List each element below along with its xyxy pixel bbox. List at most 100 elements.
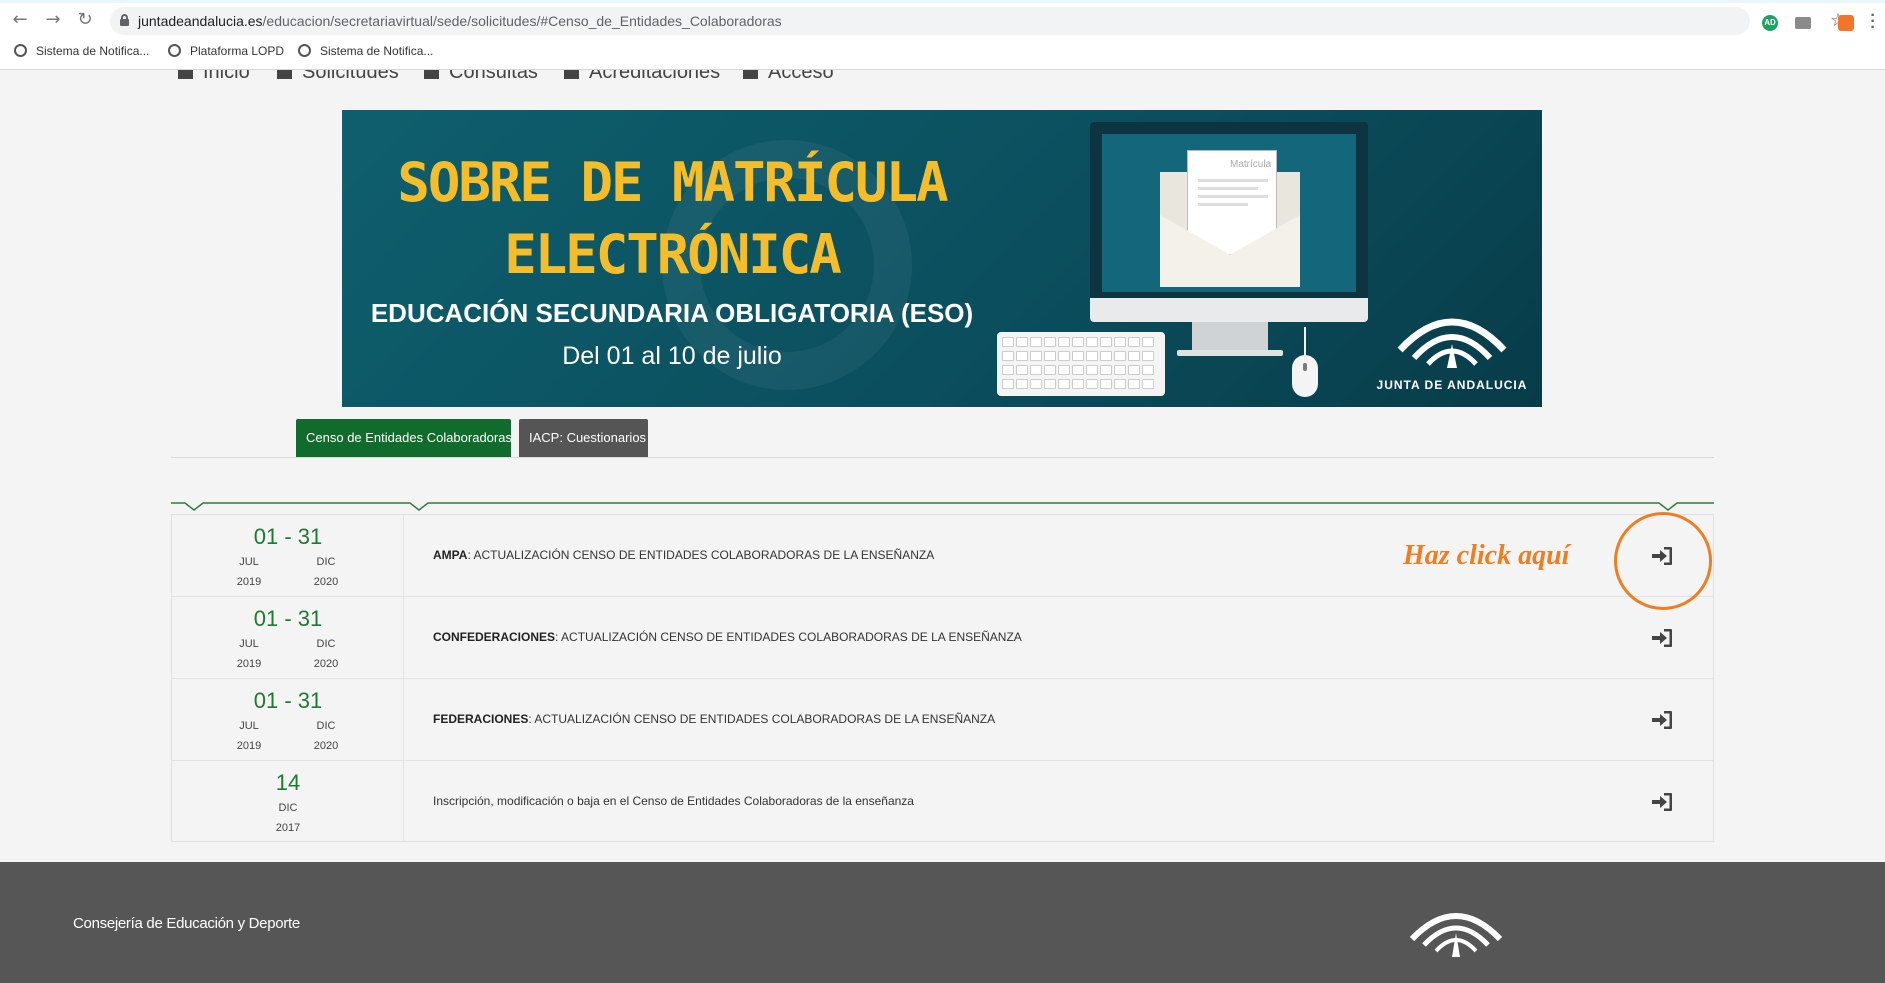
nav-item-consultas[interactable]: Consultas (424, 70, 538, 82)
procedure-title[interactable]: FEDERACIONES: ACTUALIZACIÓN CENSO DE ENT… (433, 712, 995, 726)
pencil-icon (277, 70, 292, 79)
procedure-title[interactable]: Inscripción, modificación o baja en el C… (433, 794, 914, 808)
avast-extension-icon[interactable] (1838, 15, 1854, 31)
procedure-title-rest: : ACTUALIZACIÓN CENSO DE ENTIDADES COLAB… (467, 548, 935, 562)
end-year: 2020 (313, 740, 339, 752)
lock-icon[interactable] (120, 14, 129, 26)
banner-dates: Del 01 al 10 de julio (562, 342, 782, 370)
date-range: 01 - 31 (253, 688, 323, 713)
footer-org: Consejería de Educación y Deporte (73, 915, 300, 932)
home-icon (178, 70, 193, 79)
enter-icon (743, 70, 758, 79)
start-month: JUL (239, 720, 259, 732)
procedure-row-inscripcion[interactable]: 14 DIC 2017 Inscripción, modificación o … (172, 761, 1713, 843)
enter-icon[interactable] (1650, 709, 1674, 731)
footer: Consejería de Educación y Deporte (0, 862, 1885, 983)
site-nav: Inicio Solicitudes Consultas Acreditacio… (0, 70, 1885, 82)
nav-label: Acreditaciones (589, 70, 721, 82)
month: DIC (278, 802, 298, 814)
bookmark-item[interactable]: Sistema de Notifica... (14, 44, 149, 58)
procedure-title-bold: FEDERACIONES (433, 712, 529, 726)
date-range: 01 - 31 (253, 524, 323, 549)
annotation-text: Haz click aquí (1403, 540, 1570, 571)
procedure-row-confederaciones[interactable]: 01 - 31 JUL DIC 2019 2020 CONFEDERACIONE… (172, 597, 1713, 679)
reload-icon[interactable]: ↻ (74, 9, 96, 31)
annotation-circle (1614, 512, 1712, 610)
keyboard-illustration (997, 332, 1165, 396)
bookmark-label: Sistema de Notifica... (320, 44, 434, 58)
start-year: 2019 (236, 658, 262, 670)
menu-dots-icon[interactable]: · · · (1870, 8, 1876, 36)
paper-title: Matrícula (1230, 159, 1272, 170)
date-cell: 01 - 31 JUL DIC 2019 2020 (172, 515, 404, 596)
procedure-title[interactable]: CONFEDERACIONES: ACTUALIZACIÓN CENSO DE … (433, 630, 1022, 644)
nav-label: Acceso (768, 70, 834, 82)
start-month: JUL (239, 556, 259, 568)
tabs-divider (171, 457, 1714, 458)
back-arrow-icon[interactable]: ← (9, 9, 31, 31)
nav-label: Inicio (203, 70, 250, 82)
banner-title-line1: SOBRE DE MATRÍCULA (397, 151, 948, 214)
nav-item-acreditaciones[interactable]: Acreditaciones (564, 70, 720, 82)
bookmark-label: Plataforma LOPD (190, 44, 285, 58)
nav-item-solicitudes[interactable]: Solicitudes (277, 70, 399, 82)
monitor-base (1177, 350, 1283, 356)
year: 2017 (275, 822, 301, 834)
start-year: 2019 (236, 740, 262, 752)
forward-arrow-icon[interactable]: → (42, 9, 64, 31)
procedure-title-bold: AMPA (433, 548, 468, 562)
junta-andalucia-logo-icon (1409, 913, 1503, 957)
camera-extension-icon[interactable] (1795, 17, 1811, 29)
url-path: /educacion/secretariavirtual/sede/solici… (262, 13, 782, 29)
procedure-title[interactable]: AMPA: ACTUALIZACIÓN CENSO DE ENTIDADES C… (433, 548, 934, 562)
url-host: juntadeandalucia.es (138, 13, 263, 29)
date-cell: 01 - 31 JUL DIC 2019 2020 (172, 597, 404, 678)
banner[interactable]: SOBRE DE MATRÍCULA ELECTRÓNICA EDUCACIÓN… (342, 110, 1542, 407)
end-year: 2020 (313, 658, 339, 670)
tab-censo-entidades[interactable]: Censo de Entidades Colaboradoras (296, 419, 512, 457)
url-text[interactable]: juntadeandalucia.es/educacion/secretaria… (138, 13, 782, 29)
end-month: DIC (316, 556, 336, 568)
nav-label: Consultas (449, 70, 538, 82)
tab-iacp-cuestionarios[interactable]: IACP: Cuestionarios (519, 419, 648, 457)
nav-item-acceso[interactable]: Acceso (743, 70, 834, 82)
junta-andalucia-logo-icon (1397, 318, 1507, 368)
address-row: ← → ↻ juntadeandalucia.es/educacion/secr… (0, 5, 1885, 36)
tab-strip-edge (0, 0, 1885, 3)
bookmark-item[interactable]: Plataforma LOPD (168, 44, 284, 58)
mouse-illustration (1292, 327, 1318, 397)
nav-item-inicio[interactable]: Inicio (178, 70, 250, 82)
banner-title-line2: ELECTRÓNICA (504, 223, 842, 286)
banner-subtitle: EDUCACIÓN SECUNDARIA OBLIGATORIA (ESO) (370, 298, 974, 328)
end-month: DIC (316, 638, 336, 650)
globe-icon (298, 44, 311, 57)
procedure-row-federaciones[interactable]: 01 - 31 JUL DIC 2019 2020 FEDERACIONES: … (172, 679, 1713, 761)
end-month: DIC (316, 720, 336, 732)
address-bar[interactable]: juntadeandalucia.es/educacion/secretaria… (110, 7, 1846, 35)
date-cell: 14 DIC 2017 (172, 761, 404, 842)
extension-badge-icon[interactable]: AD (1762, 15, 1778, 31)
nav-label: Solicitudes (302, 70, 399, 82)
bookmark-label: Sistema de Notifica... (36, 44, 150, 58)
list-top-border (171, 502, 1714, 511)
enter-icon[interactable] (1650, 791, 1674, 813)
start-year: 2019 (236, 576, 262, 588)
bookmark-item[interactable]: Sistema de Notifica... (298, 44, 433, 58)
globe-icon (168, 44, 181, 57)
procedure-title-bold: CONFEDERACIONES (433, 630, 556, 644)
monitor-stand (1192, 322, 1268, 350)
end-year: 2020 (313, 576, 339, 588)
bookmarks-bar: Sistema de Notifica... Plataforma LOPD S… (0, 40, 1885, 64)
start-month: JUL (239, 638, 259, 650)
browser-chrome: ← → ↻ juntadeandalucia.es/educacion/secr… (0, 0, 1885, 70)
certificate-icon (564, 70, 579, 79)
date-range: 01 - 31 (253, 606, 323, 631)
date-cell: 01 - 31 JUL DIC 2019 2020 (172, 679, 404, 760)
logo-text: JUNTA DE ANDALUCIA (1376, 378, 1528, 392)
date-day: 14 (275, 770, 301, 795)
procedure-title-rest: : ACTUALIZACIÓN CENSO DE ENTIDADES COLAB… (528, 712, 996, 726)
list-icon (424, 70, 439, 79)
procedure-title-rest: : ACTUALIZACIÓN CENSO DE ENTIDADES COLAB… (555, 630, 1022, 644)
globe-icon (14, 44, 27, 57)
enter-icon[interactable] (1650, 627, 1674, 649)
